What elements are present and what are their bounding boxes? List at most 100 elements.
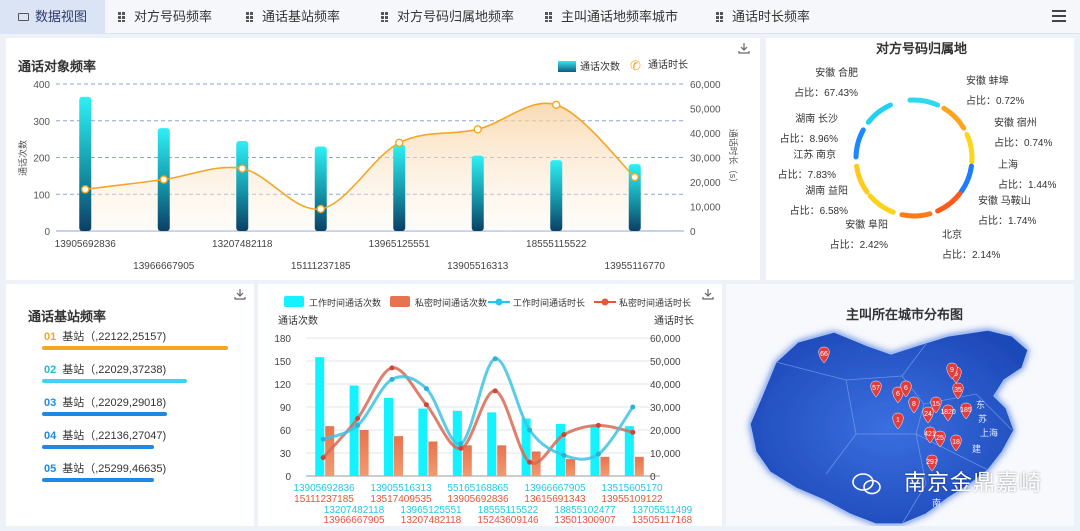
map-pin-label: 9 — [950, 367, 954, 374]
attribution-pct: 占比：2.42% — [830, 238, 888, 251]
y-axis-title: 通话次数 — [278, 314, 318, 327]
y2-tick-label: 0 — [650, 472, 656, 483]
station-frequency-bar — [42, 412, 167, 416]
private-count-bar — [359, 430, 369, 476]
station-panel: 通话基站频率 01 基站（,22122,25157) 02 基站（,22029,372… — [6, 284, 254, 526]
tab-caller-city-frequency[interactable]: 主叫通话地频率城市 — [545, 0, 678, 34]
attribution-label: 北京 — [942, 228, 962, 241]
station-rank: 02 — [44, 364, 57, 376]
x-tick-label: 13955116770 — [605, 261, 666, 272]
legend-label: 私密时间通话时长 — [619, 297, 691, 308]
station-frequency-bar — [42, 346, 228, 350]
ring-segment — [958, 163, 974, 195]
map-region-label: 建 — [972, 443, 981, 454]
ring-segment — [935, 191, 963, 214]
work-duration-point — [492, 356, 498, 362]
private-count-bar — [462, 445, 472, 476]
legend-dot — [495, 298, 503, 306]
attribution-pct: 占比：0.72% — [966, 94, 1024, 107]
x-tick-label: 13955109122 — [601, 494, 663, 505]
tab-duration-frequency[interactable]: 通话时长频率 — [716, 0, 810, 34]
station-rank: 05 — [44, 463, 57, 475]
attribution-ring-chart: 安徽 合肥占比：67.43% 安徽 蚌埠占比：0.72% 安徽 宿州占比：0.74%… — [778, 66, 1057, 261]
ring-segment — [964, 131, 975, 165]
x-tick-label: 13966667905 — [524, 483, 586, 494]
tab-peer-number-frequency[interactable]: 对方号码频率 — [118, 0, 212, 34]
grid-icon — [716, 12, 726, 22]
y2-tick-label: 30,000 — [650, 403, 681, 414]
grid-icon — [545, 12, 555, 22]
duration-point — [552, 100, 561, 110]
map-pin-label: 66 — [820, 351, 828, 358]
y-tick-label: 30 — [280, 449, 292, 460]
tab-peer-attribution-frequency[interactable]: 对方号码归属地频率 — [381, 0, 514, 34]
x-tick-label: 15111237185 — [294, 494, 354, 505]
tab-station-frequency[interactable]: 通话基站频率 — [246, 0, 340, 34]
y-tick-label: 200 — [33, 154, 50, 165]
station-rank: 01 — [44, 331, 57, 343]
work-duration-point — [630, 404, 636, 410]
station-rank: 04 — [44, 430, 57, 442]
station-row: 05 基站（,25299,46635) — [44, 460, 166, 476]
attribution-label: 安徽 蚌埠 — [966, 74, 1009, 87]
x-tick-label: 15243609146 — [477, 515, 539, 526]
count-bar — [236, 140, 249, 231]
work-duration-point — [320, 436, 326, 442]
duration-point — [159, 175, 168, 184]
menu-icon[interactable] — [1052, 10, 1066, 22]
x-tick-label: 13905692836 — [293, 483, 355, 494]
map-region-label: 东 — [976, 399, 985, 410]
work-count-bar — [590, 425, 600, 476]
attribution-pct: 占比：1.44% — [998, 178, 1056, 191]
attribution-label: 安徽 马鞍山 — [978, 194, 1031, 207]
y-tick-label: 90 — [280, 403, 292, 414]
y2-tick-label: 10,000 — [650, 449, 681, 460]
work-duration-point — [423, 386, 429, 392]
private-duration-point — [561, 432, 567, 438]
attribution-pct: 占比：0.74% — [994, 136, 1052, 149]
y-tick-label: 0 — [44, 227, 50, 238]
map-pin-label: 8 — [912, 401, 916, 408]
map-pin-label: 35 — [954, 387, 962, 394]
map-region-label: 苏 — [978, 413, 987, 424]
call-target-panel: 通话对象频率 通话次数 ✆ 通话时长 0 100 200 300 400 0 10,000 20… — [6, 38, 760, 280]
legend-swatch — [390, 296, 410, 307]
station-frequency-bar — [42, 445, 154, 449]
ring-segment — [907, 97, 941, 108]
map-pin-label: 6 — [896, 391, 900, 398]
station-label: 基站（,22029,29018) — [62, 397, 167, 409]
grid-icon — [381, 12, 391, 22]
attribution-label: 安徽 合肥 — [815, 66, 858, 79]
attribution-pct: 占比：8.96% — [780, 132, 838, 145]
attribution-panel: 对方号码归属地 安徽 合肥 占比：67.43% 安徽 蚌埠 占比：0.72% 安徽 宿州… — [766, 38, 1074, 280]
x-tick-label: 13965125551 — [369, 239, 431, 250]
x-tick-label: 13966667905 — [323, 515, 385, 526]
count-bar — [471, 155, 484, 231]
y2-tick-label: 50,000 — [650, 357, 681, 368]
work-count-bar — [418, 408, 428, 476]
work-count-bar — [487, 412, 497, 476]
x-tick-label: 13207482118 — [401, 515, 462, 526]
map-pin-label: 6 — [904, 385, 908, 392]
attribution-pct: 占比：1.74% — [978, 214, 1036, 227]
y-tick-label: 100 — [33, 190, 50, 201]
work-count-bar — [556, 423, 565, 476]
y2-tick-label: 30,000 — [690, 154, 721, 165]
watermark-text: 南京金鼎嘉崎 — [903, 470, 1042, 495]
attribution-label: 安徽 宿州 — [994, 116, 1037, 129]
download-icon[interactable] — [234, 288, 246, 300]
private-duration-point — [423, 402, 429, 408]
private-duration-point — [630, 429, 636, 435]
private-count-bar — [428, 441, 438, 476]
station-label: 基站（,22136,27047) — [62, 430, 167, 442]
x-tick-label: 13905692836 — [55, 239, 117, 250]
x-tick-label: 18555115522 — [526, 239, 587, 250]
duration-point — [81, 185, 90, 194]
attribution-label: 江苏 南京 — [793, 148, 836, 161]
duration-point — [316, 204, 325, 214]
ring-segment — [865, 102, 893, 125]
private-count-bar — [634, 456, 644, 476]
tab-data-view[interactable]: 数据视图 — [0, 0, 106, 34]
y-tick-label: 300 — [33, 117, 50, 128]
work-duration-point — [595, 451, 601, 457]
